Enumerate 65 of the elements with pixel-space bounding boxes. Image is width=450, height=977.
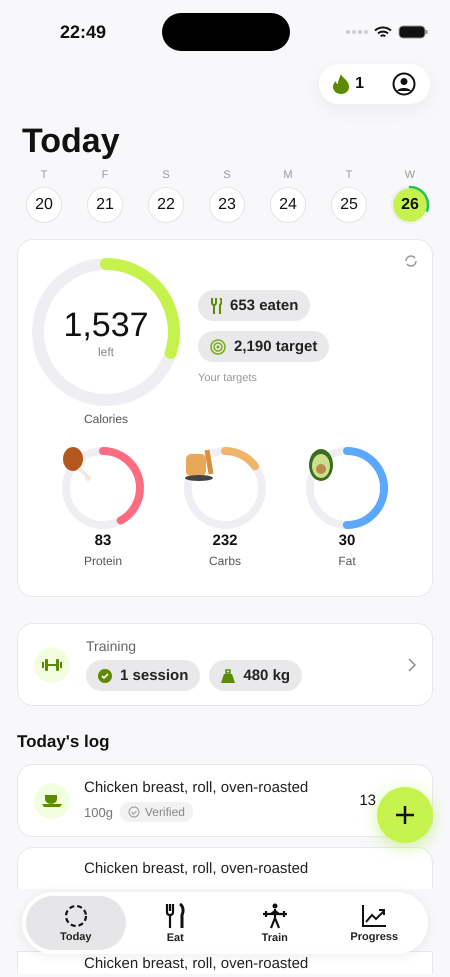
macro-value: 232 xyxy=(212,532,238,549)
status-time: 22:49 xyxy=(60,22,106,42)
day-button[interactable]: 25 xyxy=(331,187,367,223)
tab-item[interactable]: Progress xyxy=(324,896,424,950)
wifi-icon xyxy=(374,26,392,38)
profile-icon[interactable] xyxy=(392,72,416,96)
weightlifter-icon xyxy=(260,902,289,928)
verified-badge: Verified xyxy=(120,802,193,822)
weekday-letter: M xyxy=(283,169,293,181)
tab-item[interactable]: Eat xyxy=(126,896,225,950)
target-icon xyxy=(210,338,226,354)
target-chip: 2,190 target xyxy=(198,331,330,362)
plus-icon xyxy=(395,805,415,825)
dashed-circle-icon xyxy=(64,904,88,928)
weekday-letter: T xyxy=(40,169,48,181)
calories-left-value: 1,537 xyxy=(63,306,149,344)
sessions-chip: 1 session xyxy=(86,660,200,691)
day-button[interactable]: 20 xyxy=(26,187,62,223)
volume-chip: 480 kg xyxy=(209,660,302,691)
dumbbell-icon xyxy=(42,658,62,670)
eaten-chip: 653 eaten xyxy=(198,290,310,321)
section-title: Today's log xyxy=(17,732,111,752)
chevron-right-icon xyxy=(408,658,416,672)
streak-count: 1 xyxy=(355,75,364,93)
weekday-letter: S xyxy=(162,169,170,181)
fork-knife-icon xyxy=(165,902,186,928)
macro-label: Protein xyxy=(84,554,122,568)
check-circle-icon xyxy=(98,668,112,682)
refresh-icon[interactable] xyxy=(404,254,418,268)
kettlebell-icon xyxy=(221,668,236,682)
calories-label: Calories xyxy=(84,412,128,426)
weekday-letter: T xyxy=(346,169,352,181)
macro-label: Fat xyxy=(338,554,356,568)
weekday-letter: F xyxy=(102,169,108,181)
macro-value: 30 xyxy=(338,532,356,549)
drumstick-icon xyxy=(61,446,93,482)
food-name: Chicken breast, roll, oven-roasted xyxy=(84,779,310,796)
day-button[interactable]: 23 xyxy=(209,187,245,223)
weekday-letter: W xyxy=(404,169,416,181)
macro-value: 83 xyxy=(94,532,112,549)
macro-label: Carbs xyxy=(208,554,241,568)
food-name: Chicken breast, roll, oven-roasted xyxy=(84,860,310,877)
day-button[interactable]: 21 xyxy=(87,187,123,223)
day-button[interactable]: 26 xyxy=(392,187,428,223)
log-entry[interactable]: Chicken breast, roll, oven-roasted 100g Verified 13 xyxy=(17,764,433,837)
signal-icon xyxy=(346,30,368,34)
fork-knife-icon xyxy=(210,298,222,314)
day-button[interactable]: 22 xyxy=(148,187,184,223)
log-entry[interactable]: Chicken breast, roll, oven-roasted xyxy=(17,847,433,889)
training-title: Training xyxy=(86,638,138,654)
food-name: Chicken breast, roll, oven-roasted xyxy=(84,955,310,972)
weekday-letter: S xyxy=(223,169,231,181)
food-amount: 100g xyxy=(84,804,113,820)
chart-icon xyxy=(361,904,388,928)
flame-icon xyxy=(333,74,350,94)
tab-item[interactable]: Train xyxy=(225,896,324,950)
cup-icon xyxy=(42,794,62,808)
battery-icon xyxy=(398,25,428,39)
tab-item[interactable]: Today xyxy=(26,896,126,950)
day-button[interactable]: 24 xyxy=(270,187,306,223)
calories-unit: left xyxy=(98,344,114,358)
page-title: Today xyxy=(22,122,121,161)
verified-icon xyxy=(128,806,140,818)
training-card[interactable]: Training 1 session 480 kg xyxy=(17,623,433,706)
food-calories: 13 xyxy=(359,792,376,809)
